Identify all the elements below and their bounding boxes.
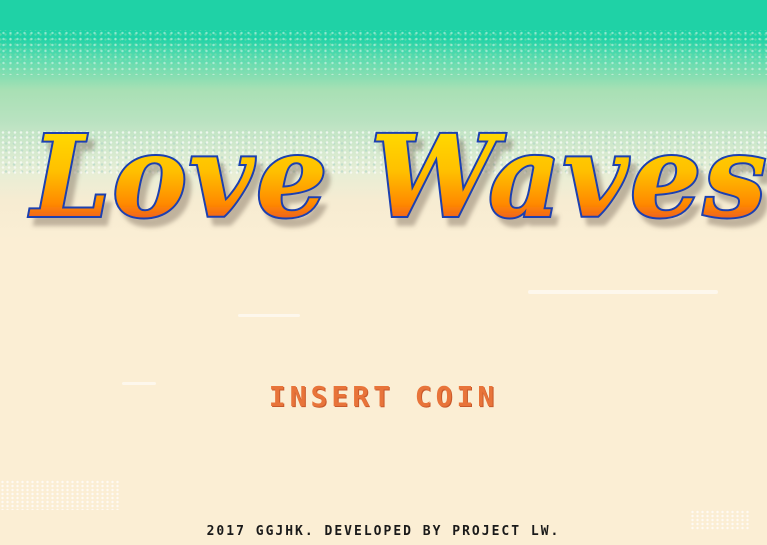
sand-sparkle — [0, 480, 120, 510]
sand-streak — [238, 314, 300, 317]
insert-coin-prompt[interactable]: INSERT COIN — [0, 380, 767, 413]
title-logo-text: Love Waves — [29, 128, 767, 243]
copyright-text: 2017 GGJHK. DEVELOPED BY PROJECT LW. — [206, 524, 561, 539]
title-logo: Love Waves — [27, 128, 767, 245]
title-screen[interactable]: Love Waves INSERT COIN 2017 GGJHK. DEVEL… — [0, 0, 767, 545]
sand-streak — [528, 290, 718, 294]
surf-foam-far — [0, 30, 767, 75]
